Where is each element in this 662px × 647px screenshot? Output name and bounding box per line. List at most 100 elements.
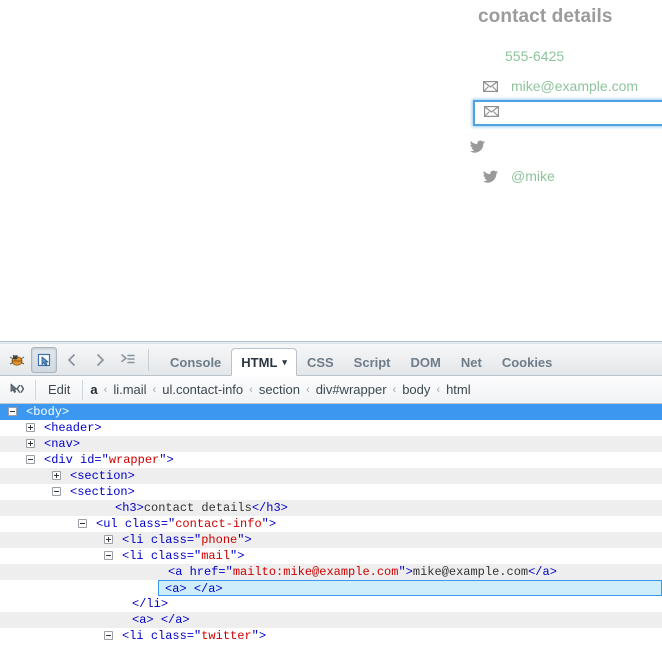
token-punct: > <box>280 501 288 515</box>
contact-item-twitter: @mike <box>470 160 662 190</box>
nav-back-button[interactable] <box>59 347 85 373</box>
tab-net[interactable]: Net <box>451 350 492 375</box>
expand-icon[interactable] <box>26 423 35 432</box>
nav-forward-button[interactable] <box>87 347 113 373</box>
dom-tree-row-label: <nav> <box>0 436 662 452</box>
token-attr: class <box>150 533 187 547</box>
dom-tree-row-label: <ul class="contact-info"> <box>0 516 662 532</box>
tab-cookies[interactable]: Cookies <box>492 350 563 375</box>
chevron-down-icon[interactable]: ▾ <box>282 349 287 375</box>
firebug-toolbar: Console HTML ▾ CSS Script DOM Net Cookies <box>0 344 662 376</box>
token-tag: li <box>146 597 161 611</box>
dom-tree-row-label: <li class="phone"> <box>0 532 662 548</box>
dom-tree-row[interactable]: <a> </a> <box>158 580 662 596</box>
breadcrumb-item[interactable]: body <box>401 382 431 397</box>
tab-script[interactable]: Script <box>344 350 401 375</box>
collapse-icon[interactable] <box>52 487 61 496</box>
dom-tree-row[interactable]: <li class="twitter"> <box>0 628 662 644</box>
tab-console[interactable]: Console <box>160 350 231 375</box>
dom-tree-row[interactable]: <a href="mailto:mike@example.com">mike@e… <box>0 564 662 580</box>
token-punct: > <box>127 485 135 499</box>
contact-link-mail[interactable]: mike@example.com <box>511 78 638 94</box>
token-tag: h3 <box>122 501 137 515</box>
token-tag: ul <box>103 517 118 531</box>
tab-html[interactable]: HTML ▾ <box>231 348 297 376</box>
token-punct: > <box>94 421 102 435</box>
envelope-icon <box>483 80 505 92</box>
token-punct: > <box>160 597 169 611</box>
token-tag: header <box>51 421 95 435</box>
firebug-bug-icon[interactable] <box>4 347 30 373</box>
dom-tree-row[interactable]: <li class="mail"> <box>0 548 662 564</box>
collapse-icon[interactable] <box>26 455 35 464</box>
breadcrumb-separator-icon: ‹ <box>103 383 108 396</box>
token-val: mail <box>201 549 231 563</box>
edit-button[interactable]: Edit <box>42 382 76 397</box>
contact-item-phone: 555-6425 <box>470 40 662 70</box>
token-tag: div <box>51 453 73 467</box>
contact-item-twitter-empty <box>470 130 662 160</box>
collapse-icon[interactable] <box>78 519 87 528</box>
breadcrumb-item[interactable]: li.mail <box>112 382 147 397</box>
token-punct: > <box>549 565 557 579</box>
contact-link-twitter[interactable]: @mike <box>511 168 555 184</box>
expand-icon[interactable] <box>52 471 61 480</box>
html-dom-tree[interactable]: <body> <header> <nav> <div id="wrapper"> <se… <box>0 404 662 647</box>
dom-tree-row[interactable]: <section> <box>0 468 662 484</box>
firebug-inspect-highlight[interactable] <box>473 100 662 126</box>
breadcrumb-divider-2 <box>82 379 84 400</box>
dom-tree-row[interactable]: <li class="phone"> <box>0 532 662 548</box>
dom-tree-row[interactable]: <header> <box>0 420 662 436</box>
inspect-code-icon[interactable] <box>3 378 29 402</box>
token-punct: = <box>160 517 169 531</box>
dom-tree-row-label: <section> <box>0 468 662 484</box>
dom-tree-row[interactable]: <a> </a> <box>0 612 662 628</box>
token-punct: " <box>101 453 109 467</box>
dom-tree-row-label: <div id="wrapper"> <box>0 452 662 468</box>
expand-icon[interactable] <box>26 439 35 448</box>
dom-tree-row-label: <a> </a> <box>159 581 661 597</box>
toolbar-divider <box>148 348 149 371</box>
dom-tree-row[interactable]: <ul class="contact-info"> <box>0 516 662 532</box>
token-punct: > <box>244 533 252 547</box>
dom-tree-row[interactable]: <h3>contact details</h3> <box>0 500 662 516</box>
token-punct: > <box>405 565 413 579</box>
inspect-element-button[interactable] <box>31 346 57 373</box>
dom-tree-row-label: <header> <box>0 420 662 436</box>
tab-label: DOM <box>410 355 441 370</box>
tab-css[interactable]: CSS <box>297 350 344 375</box>
breadcrumb: a ‹ li.mail ‹ ul.contact-info ‹ section ‹ div#wr… <box>89 382 471 397</box>
dom-tree-row[interactable]: </li> <box>0 596 662 612</box>
tab-label: Script <box>353 355 391 370</box>
expand-icon[interactable] <box>104 535 113 544</box>
breadcrumb-item[interactable]: section <box>258 382 301 397</box>
breadcrumb-item[interactable]: html <box>445 382 472 397</box>
breadcrumb-item[interactable]: ul.contact-info <box>161 382 244 397</box>
token-val: twitter <box>201 629 252 643</box>
token-tag: li <box>129 533 144 547</box>
breadcrumb-item[interactable]: a <box>89 382 98 397</box>
token-punct: </ <box>251 501 267 515</box>
contact-link-phone[interactable]: 555-6425 <box>505 48 564 64</box>
firebug-panel: Console HTML ▾ CSS Script DOM Net Cookies Edit … <box>0 341 662 647</box>
breadcrumb-item[interactable]: div#wrapper <box>315 382 388 397</box>
dom-tree-row[interactable]: <body> <box>0 404 662 420</box>
dom-tree-row-label: </li> <box>0 596 662 612</box>
dom-tree-row[interactable]: <div id="wrapper"> <box>0 452 662 468</box>
dom-tree-row[interactable]: <section> <box>0 484 662 500</box>
dom-tree-row[interactable]: <nav> <box>0 436 662 452</box>
tab-dom[interactable]: DOM <box>401 350 451 375</box>
token-punct: = <box>94 453 102 467</box>
quick-info-icon[interactable] <box>115 347 141 373</box>
token-punct: = <box>218 565 226 579</box>
token-punct: > <box>127 469 135 483</box>
collapse-icon[interactable] <box>104 551 113 560</box>
collapse-icon[interactable] <box>104 631 113 640</box>
collapse-icon[interactable] <box>8 407 17 416</box>
breadcrumb-separator-icon: ‹ <box>152 383 157 396</box>
dom-tree-row-label: <a href="mailto:mike@example.com">mike@e… <box>0 564 662 580</box>
